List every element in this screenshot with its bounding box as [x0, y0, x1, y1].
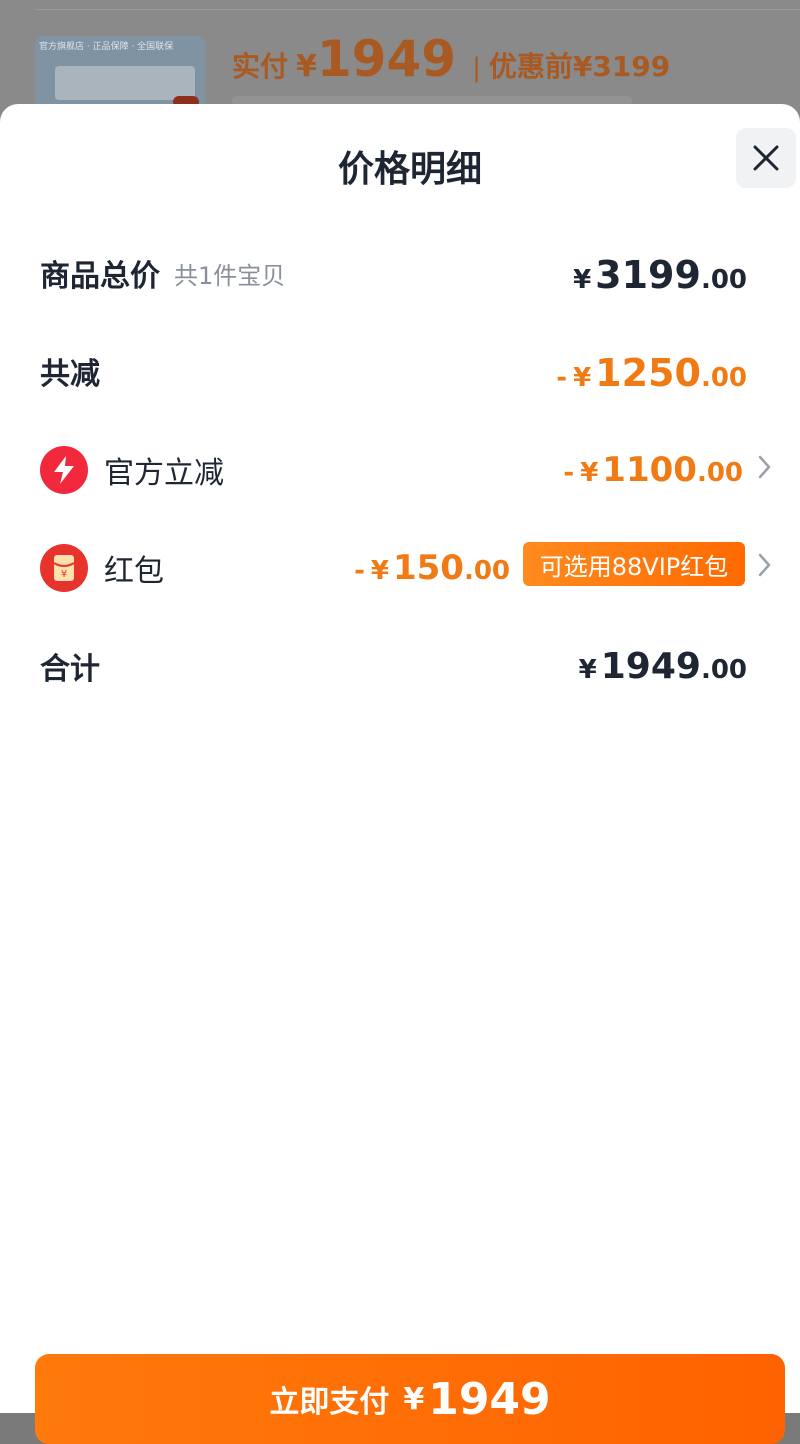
lightning-icon: [40, 446, 88, 494]
divider: [35, 9, 800, 10]
background-price: 实付 ¥1949 | 优惠前¥3199: [232, 30, 670, 88]
currency-symbol: ¥: [578, 655, 597, 685]
red-packet-amount: - ¥ 150 .00: [354, 538, 510, 598]
row-total-price: 商品总价 共1件宝贝 ¥ 3199 .00: [0, 243, 800, 303]
paid-currency: ¥: [296, 49, 317, 84]
vip-red-packet-badge[interactable]: 可选用88VIP红包: [523, 542, 745, 586]
minus-sign: -: [354, 556, 365, 586]
reduction-amount: - ¥ 1250 .00: [556, 341, 747, 401]
row-red-packet[interactable]: ¥ 红包 - ¥ 150 .00 可选用88VIP红包: [0, 538, 800, 598]
amount-decimal: .00: [696, 458, 743, 488]
amount-integer: 1100: [602, 450, 697, 490]
currency-symbol: ¥: [573, 363, 592, 393]
amount-integer: 150: [392, 548, 464, 588]
currency-symbol: ¥: [573, 265, 592, 295]
sum-label: 合计: [40, 652, 100, 687]
amount-decimal: .00: [463, 556, 510, 586]
row-official-discount[interactable]: 官方立减 - ¥ 1100 .00: [0, 440, 800, 500]
close-icon: [753, 145, 779, 171]
pay-amount: 1949: [428, 1373, 551, 1425]
chevron-right-icon: [758, 553, 771, 577]
reduction-label: 共减: [40, 357, 100, 392]
svg-text:¥: ¥: [61, 569, 67, 580]
paid-amount: 1949: [316, 30, 457, 88]
currency-symbol: ¥: [370, 556, 389, 586]
paid-label: 实付: [232, 50, 289, 83]
amount-integer: 1250: [595, 351, 701, 395]
row-total-reduction: 共减 - ¥ 1250 .00: [0, 341, 800, 401]
amount-integer: 1949: [600, 646, 701, 687]
amount-decimal: .00: [700, 265, 747, 295]
amount-decimal: .00: [700, 655, 747, 685]
chevron-right-icon: [758, 455, 771, 479]
before-discount-label: 优惠前: [488, 50, 573, 83]
price-detail-sheet: 价格明细 商品总价 共1件宝贝 ¥ 3199 .00 共减 - ¥ 1250 .…: [0, 104, 800, 1444]
amount-integer: 3199: [595, 253, 701, 297]
thumbnail-caption: 官方旗舰店 · 正品保障 · 全国联保: [39, 42, 174, 52]
minus-sign: -: [556, 363, 568, 393]
official-discount-amount: - ¥ 1100 .00: [563, 440, 743, 500]
red-packet-icon: ¥: [40, 544, 88, 592]
item-count: 共1件宝贝: [174, 261, 286, 290]
pay-now-label: 立即支付: [269, 1385, 390, 1420]
close-button[interactable]: [736, 128, 796, 188]
minus-sign: -: [563, 458, 575, 488]
air-conditioner-image: [55, 66, 195, 100]
official-discount-label: 官方立减: [104, 456, 224, 491]
amount-decimal: .00: [700, 363, 747, 393]
total-price-amount: ¥ 3199 .00: [573, 243, 747, 303]
red-packet-label: 红包: [104, 554, 164, 589]
sheet-title: 价格明细: [337, 149, 482, 190]
currency-symbol: ¥: [580, 458, 599, 488]
pay-now-button[interactable]: 立即支付 ¥ 1949: [35, 1354, 785, 1444]
sum-amount: ¥ 1949 .00: [579, 636, 747, 696]
total-price-label: 商品总价: [40, 259, 160, 294]
pay-currency: ¥: [403, 1381, 425, 1417]
price-separator: |: [472, 53, 481, 83]
before-discount-amount: ¥3199: [572, 50, 671, 83]
row-sum: 合计 ¥ 1949 .00: [0, 636, 800, 696]
